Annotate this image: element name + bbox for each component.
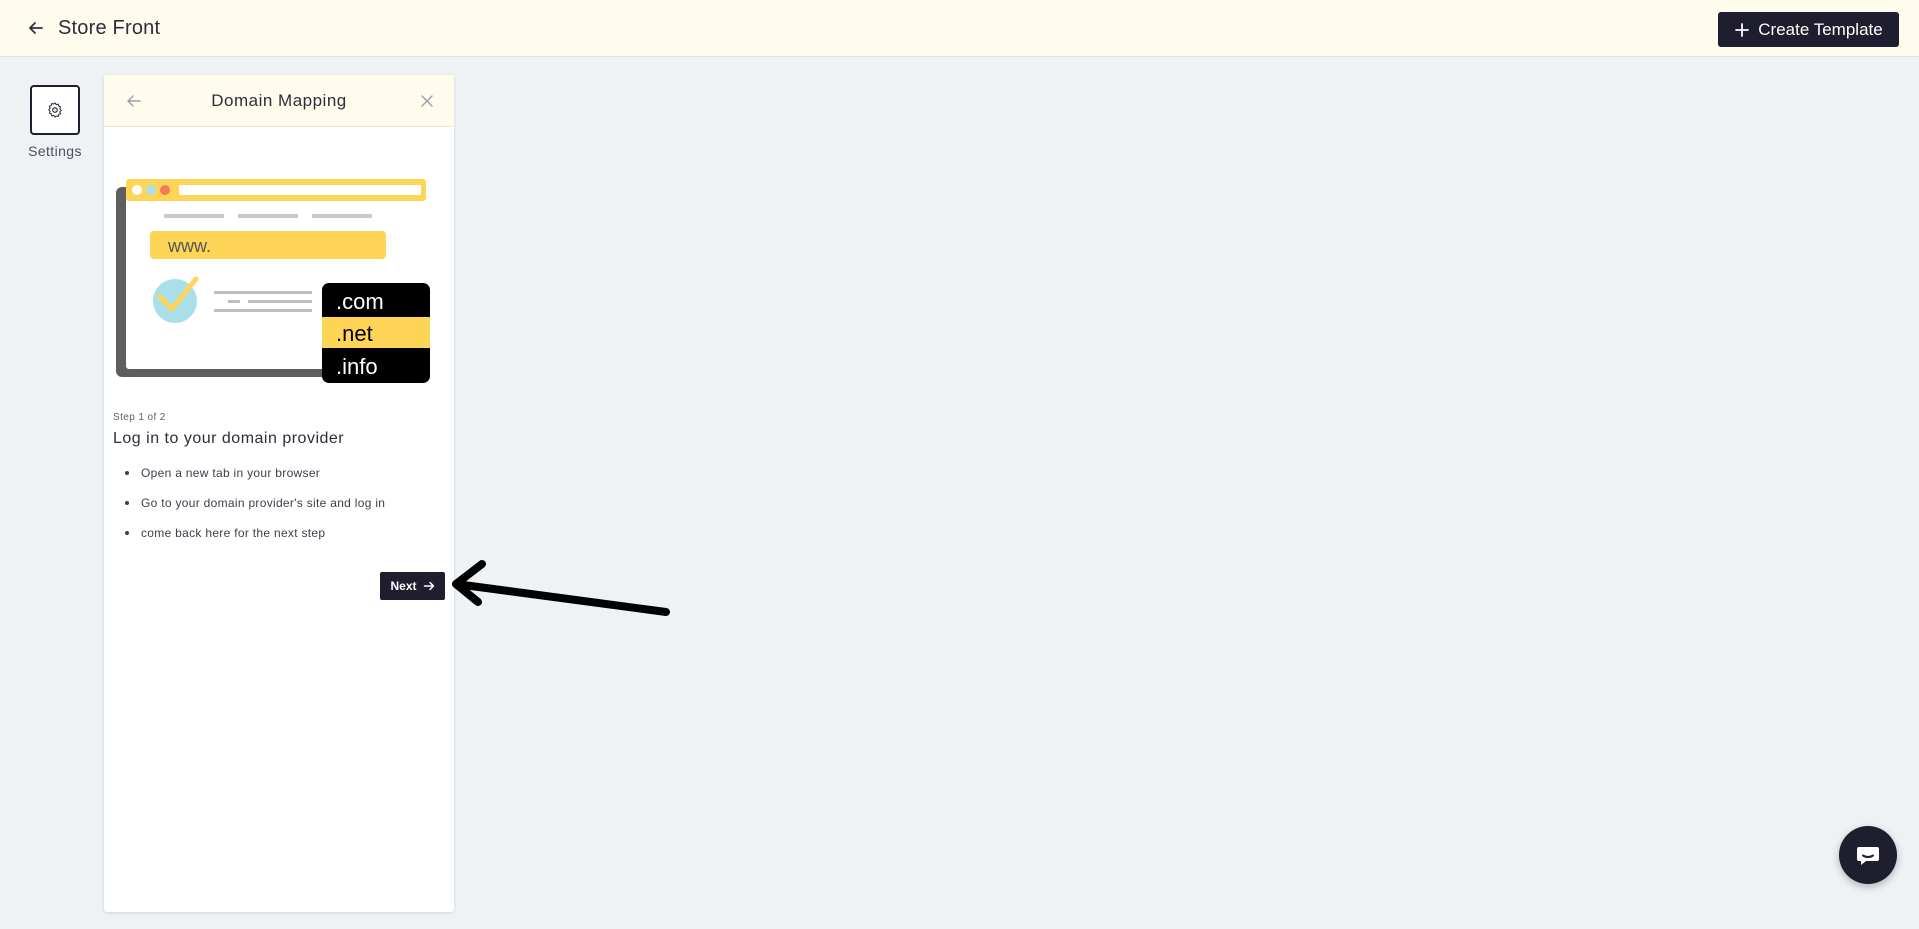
page-title: Store Front bbox=[58, 16, 161, 39]
create-template-label: Create Template bbox=[1758, 19, 1883, 39]
chat-widget-button[interactable] bbox=[1839, 826, 1897, 884]
step-title: Log in to your domain provider bbox=[113, 430, 345, 447]
top-bar: Store Front Create Template bbox=[0, 0, 1919, 57]
tld-com-text: .com bbox=[336, 289, 384, 314]
settings-label: Settings bbox=[28, 143, 82, 159]
annotation-arrow-icon bbox=[452, 560, 670, 616]
chat-icon bbox=[1857, 847, 1879, 865]
sidebar-item-settings[interactable]: Settings bbox=[26, 85, 84, 159]
list-item: Open a new tab in your browser bbox=[113, 465, 443, 495]
browser-dot-white bbox=[132, 185, 142, 195]
content-line bbox=[214, 291, 312, 294]
domain-illustration: www. .com .net .info bbox=[116, 179, 430, 383]
domain-mapping-panel: Domain Mapping www. .com .net .info Step… bbox=[104, 75, 454, 912]
content-line bbox=[248, 300, 312, 303]
step-instructions: Open a new tab in your browser Go to you… bbox=[113, 465, 443, 555]
arrow-right-icon bbox=[423, 581, 434, 591]
address-bar-shape bbox=[179, 185, 421, 195]
content-line bbox=[214, 309, 312, 312]
arrow-left-icon bbox=[29, 22, 43, 34]
gear-icon bbox=[48, 102, 62, 118]
plus-icon bbox=[1735, 22, 1750, 37]
panel-header: Domain Mapping bbox=[104, 75, 454, 127]
panel-title: Domain Mapping bbox=[211, 90, 347, 110]
close-icon[interactable] bbox=[418, 92, 436, 110]
create-template-button[interactable]: Create Template bbox=[1718, 12, 1899, 47]
browser-dot-red bbox=[160, 185, 170, 195]
tld-info-text: .info bbox=[336, 354, 378, 379]
menu-line bbox=[312, 214, 372, 218]
next-button[interactable]: Next bbox=[380, 572, 445, 600]
arrow-left-icon[interactable] bbox=[124, 91, 144, 111]
menu-line bbox=[164, 214, 224, 218]
list-item: Go to your domain provider's site and lo… bbox=[113, 495, 443, 525]
browser-dot-blue bbox=[146, 185, 156, 195]
list-item: come back here for the next step bbox=[113, 525, 443, 555]
step-counter: Step 1 of 2 bbox=[113, 412, 166, 423]
content-line bbox=[228, 300, 240, 303]
back-navigation[interactable]: Store Front bbox=[26, 14, 160, 42]
menu-line bbox=[238, 214, 298, 218]
url-prefix-text: www. bbox=[167, 236, 211, 256]
tld-net-text: .net bbox=[336, 321, 373, 346]
settings-tile[interactable] bbox=[30, 85, 80, 135]
next-label: Next bbox=[390, 579, 417, 593]
